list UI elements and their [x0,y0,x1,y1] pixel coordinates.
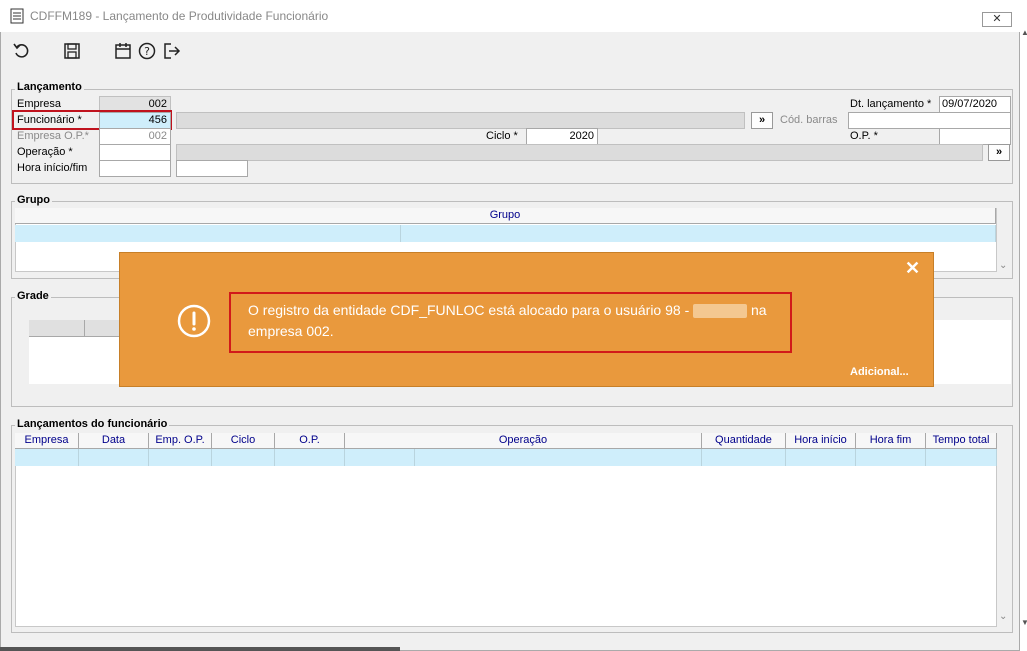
warning-icon [177,304,211,338]
toast-message: O registro da entidade CDF_FUNLOC está a… [248,300,788,342]
svg-text:?: ? [144,45,150,58]
col-tempo-total-header[interactable]: Tempo total [926,433,997,449]
toast-more-link[interactable]: Adicional... [850,366,909,378]
calendar-icon [115,43,131,59]
toast-message-line1-end: na [751,302,767,318]
calendar-button[interactable] [113,41,133,61]
col-hora-inicio-header[interactable]: Hora início [786,433,856,449]
empresa-op-field[interactable]: 002 [99,128,171,145]
help-icon: ? [138,42,156,60]
grade-header-cell [85,320,121,337]
empresa-label: Empresa [17,98,62,110]
table-row-cell[interactable] [149,449,212,466]
lancamento-title: Lançamento [15,81,84,93]
operacao-lookup-button[interactable]: » [988,144,1010,161]
table-row-cell[interactable] [856,449,926,466]
cod-barras-field[interactable] [848,112,1011,129]
col-quantidade-header[interactable]: Quantidade [702,433,786,449]
funcionario-label: Funcionário * [17,114,82,126]
hora-label: Hora início/fim [17,162,88,174]
col-op-header[interactable]: O.P. [275,433,345,449]
hora-inicio-field[interactable] [99,160,171,177]
save-button[interactable] [62,41,82,61]
save-icon [64,43,80,59]
col-ciclo-header[interactable]: Ciclo [212,433,275,449]
help-button[interactable]: ? [137,41,157,61]
redacted-username [693,304,748,319]
window-close-button[interactable]: ✕ [982,12,1012,27]
ciclo-label: Ciclo * [486,130,518,142]
funcionario-lookup-button[interactable]: » [751,112,773,129]
col-data-header[interactable]: Data [79,433,149,449]
outer-scroll-up-icon[interactable]: ▲ [1021,28,1027,37]
hora-fim-field[interactable] [176,160,248,177]
toast-message-line1: O registro da entidade CDF_FUNLOC está a… [248,302,690,318]
bottom-edge [0,647,400,651]
operacao-label: Operação * [17,146,73,158]
grade-title: Grade [15,290,51,302]
grupo-scroll-down-icon[interactable]: ⌄ [999,260,1007,271]
window-title: CDFFM189 - Lançamento de Produtividade F… [30,9,329,23]
operacao-field[interactable] [99,144,171,161]
exit-icon [164,43,181,59]
col-operacao-header[interactable]: Operação [345,433,702,449]
dt-lancamento-label: Dt. lançamento * [850,98,932,110]
undo-icon [13,43,29,58]
toast-message-line2: empresa 002. [248,323,334,339]
operacao-desc-field [176,144,983,161]
table-row-cell[interactable] [926,449,997,466]
title-bar: CDFFM189 - Lançamento de Produtividade F… [0,0,1020,32]
empresa-op-label: Empresa O.P.* [17,130,89,142]
lancamentos-scroll-down-icon[interactable]: ⌄ [999,611,1007,622]
lancamentos-func-title: Lançamentos do funcionário [15,418,170,430]
table-row-cell[interactable] [275,449,345,466]
toast-close-icon[interactable]: ✕ [905,258,920,279]
document-icon [10,8,24,24]
outer-scrollbar[interactable] [1020,0,1027,651]
table-row-cell[interactable] [702,449,786,466]
grupo-column-header[interactable]: Grupo [15,208,996,224]
op-field[interactable] [939,128,1011,145]
grupo-title: Grupo [15,194,52,206]
exit-button[interactable] [162,41,182,61]
undo-button[interactable] [12,41,32,61]
table-row-cell[interactable] [415,449,702,466]
dt-lancamento-field[interactable]: 09/07/2020 [939,96,1011,113]
funcionario-field[interactable]: 456 [99,112,171,129]
col-hora-fim-header[interactable]: Hora fim [856,433,926,449]
funcionario-name-field [176,112,745,129]
table-row-cell[interactable] [212,449,275,466]
grade-header-cell [29,320,85,337]
table-row-cell[interactable] [345,449,415,466]
table-row-cell[interactable] [786,449,856,466]
col-emp-op-header[interactable]: Emp. O.P. [149,433,212,449]
col-empresa-header[interactable]: Empresa [15,433,79,449]
cod-barras-label: Cód. barras [780,114,838,126]
ciclo-field[interactable]: 2020 [526,128,598,145]
grupo-row-cell[interactable] [15,225,401,242]
outer-scroll-down-icon[interactable]: ▼ [1021,618,1027,627]
table-row-cell[interactable] [79,449,149,466]
op-label: O.P. * [850,130,878,142]
table-row-cell[interactable] [15,449,79,466]
grupo-row-cell[interactable] [401,225,996,242]
